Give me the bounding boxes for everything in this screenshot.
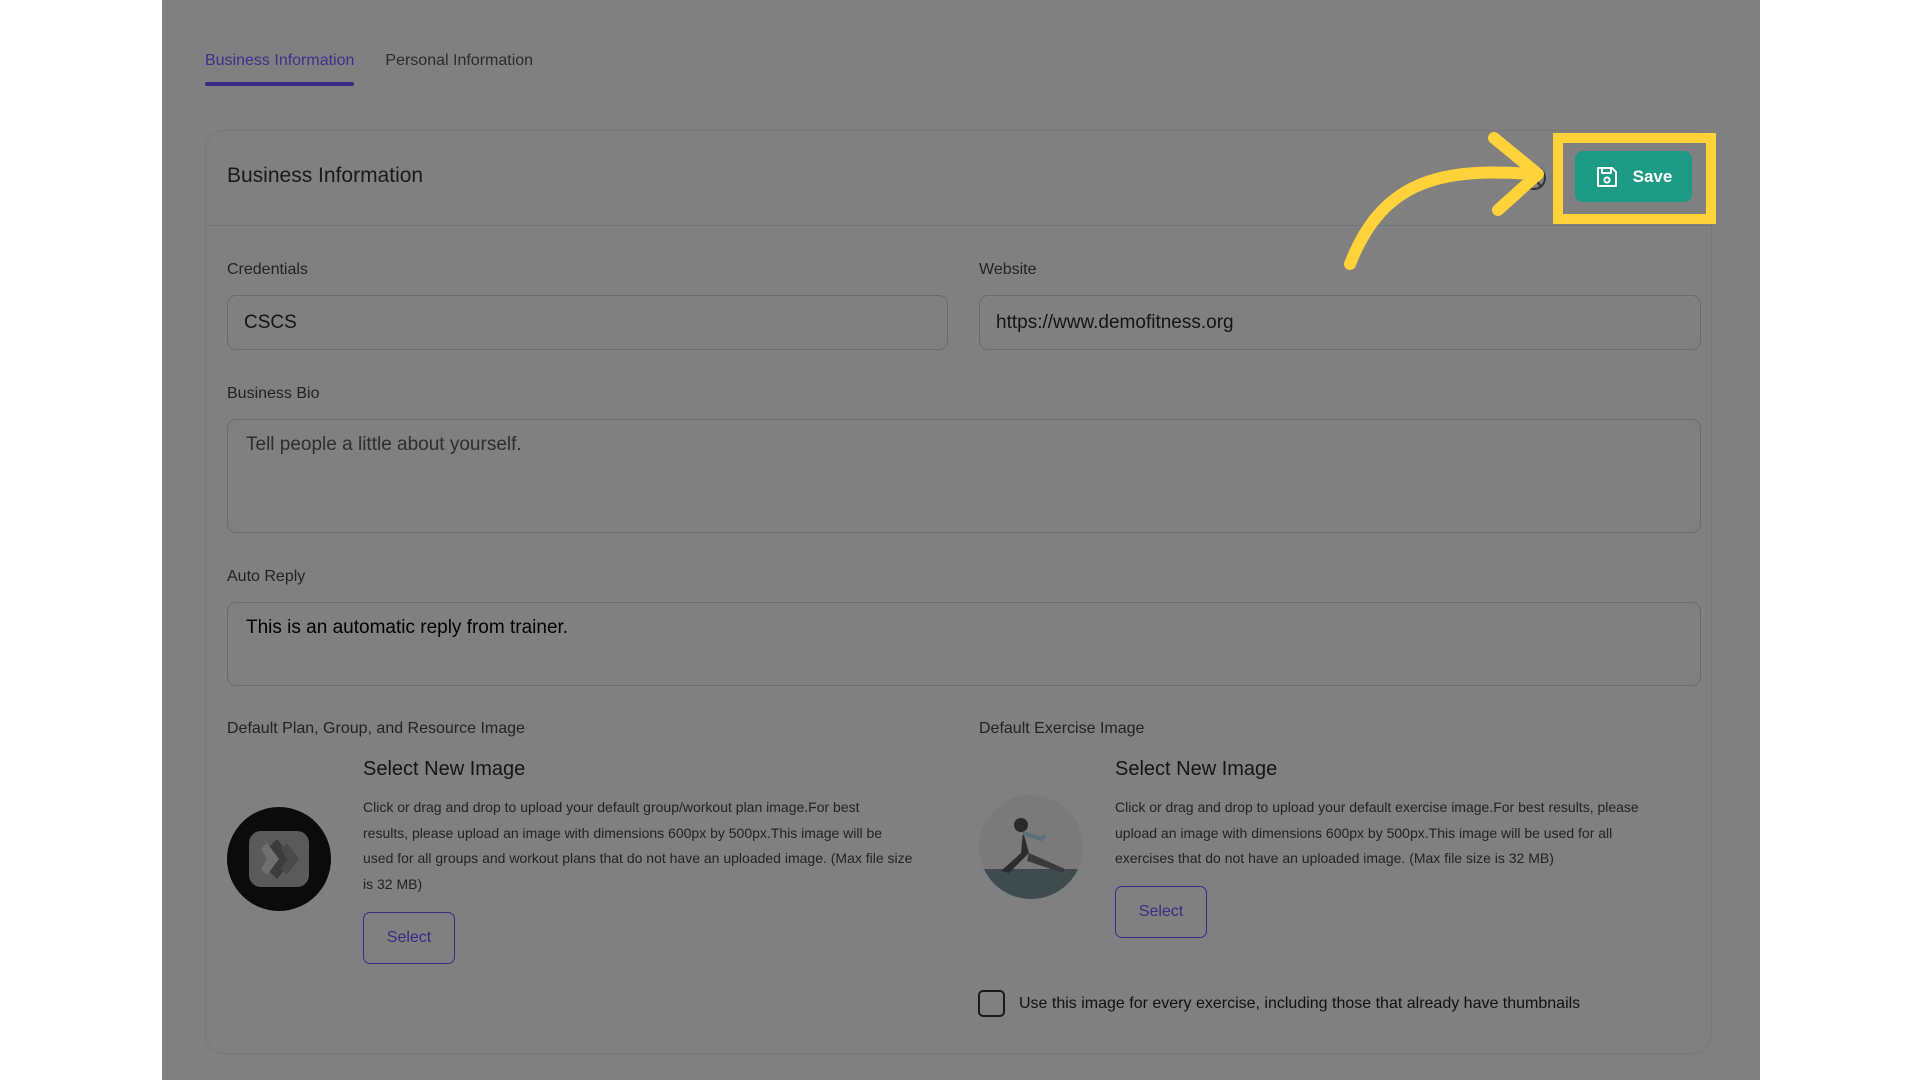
website-field[interactable]: https://www.demofitness.org [979,295,1701,350]
business-info-card: Business Information Save Credentials CS… [205,130,1712,1054]
use-for-all-label: Use this image for every exercise, inclu… [1019,994,1581,1012]
tab-business-information[interactable]: Business Information [205,52,355,86]
plan-image-desc-line: is 32 MB) [363,875,423,892]
plan-image-select-button[interactable]: Select [363,912,455,964]
tab-personal-information[interactable]: Personal Information [385,52,533,86]
business-bio-field[interactable]: Tell people a little about yourself. [227,419,1701,533]
save-button[interactable]: Save [1575,151,1692,202]
plan-image-desc-line: Click or drag and drop to upload your de… [363,799,860,815]
website-label: Website [979,261,1037,278]
card-header: Business Information Save [206,131,1711,226]
business-bio-label: Business Bio [227,385,320,402]
plan-image-description: Click or drag and drop to upload your de… [363,795,953,897]
tab-bar: Business Information Personal Informatio… [205,52,533,86]
card-title: Business Information [227,164,424,187]
plan-image-avatar[interactable] [227,807,331,911]
credentials-label: Credentials [227,261,308,278]
default-exercise-image-label: Default Exercise Image [979,720,1145,737]
page-overlay: Business Information Personal Informatio… [162,0,1760,1080]
exercise-image-desc-line: Click or drag and drop to upload your de… [1115,799,1639,815]
exercise-image-desc-line: exercises that do not have an uploaded i… [1115,850,1554,866]
exercise-image-title: Select New Image [1115,758,1278,780]
save-icon [1596,166,1617,187]
plan-image-desc-line: used for all groups and workout plans th… [363,850,913,866]
credentials-field[interactable]: CSCS [227,295,948,350]
exercise-image-select-button[interactable]: Select [1115,886,1207,938]
auto-reply-label: Auto Reply [227,568,306,585]
default-plan-image-label: Default Plan, Group, and Resource Image [227,720,525,737]
exercise-image-avatar[interactable] [979,795,1083,899]
exercise-photo-icon [979,818,1083,899]
spinner-icon [1522,166,1546,190]
use-for-all-row: Use this image for every exercise, inclu… [978,990,1580,1017]
logo-icon [249,831,309,887]
use-for-all-checkbox[interactable] [978,990,1005,1017]
business-bio-placeholder: Tell people a little about yourself. [246,434,522,455]
save-label: Save [1632,166,1673,186]
plan-image-desc-line: results, please upload an image with dim… [363,824,883,841]
exercise-image-description: Click or drag and drop to upload your de… [1115,795,1705,872]
exercise-image-desc-line: upload an image with dimensions 600px by… [1115,824,1613,841]
auto-reply-field[interactable]: This is an automatic reply from trainer. [227,602,1701,686]
plan-image-title: Select New Image [363,758,526,780]
